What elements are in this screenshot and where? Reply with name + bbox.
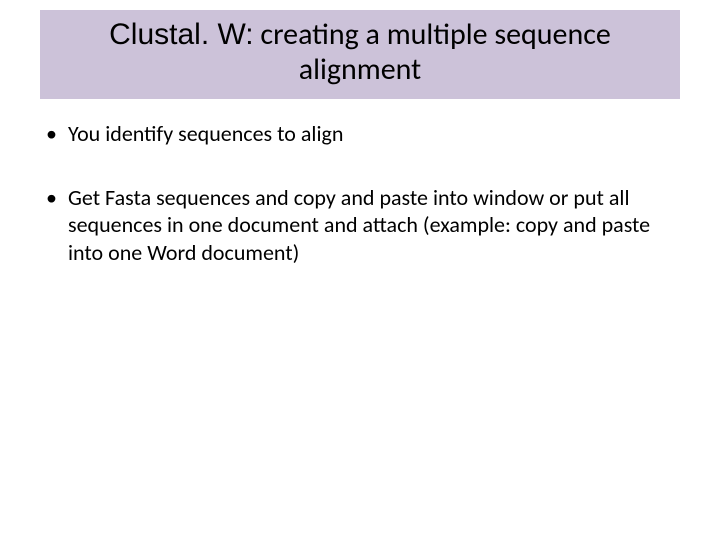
bullet-list: You identify sequences to align Get Fast… — [40, 120, 680, 266]
title-rest: creating a multiple sequence alignment — [254, 16, 611, 88]
title-prefix: Clustal. W: — [109, 18, 253, 51]
list-item: Get Fasta sequences and copy and paste i… — [40, 184, 680, 267]
bullet-text: Get Fasta sequences and copy and paste i… — [68, 184, 650, 266]
slide-body: You identify sequences to align Get Fast… — [40, 120, 680, 266]
bullet-text: You identify sequences to align — [68, 120, 343, 147]
slide: Clustal. W: creating a multiple sequence… — [0, 0, 720, 540]
slide-title: Clustal. W: creating a multiple sequence… — [52, 18, 668, 87]
title-band: Clustal. W: creating a multiple sequence… — [40, 10, 680, 99]
list-item: You identify sequences to align — [40, 120, 680, 148]
